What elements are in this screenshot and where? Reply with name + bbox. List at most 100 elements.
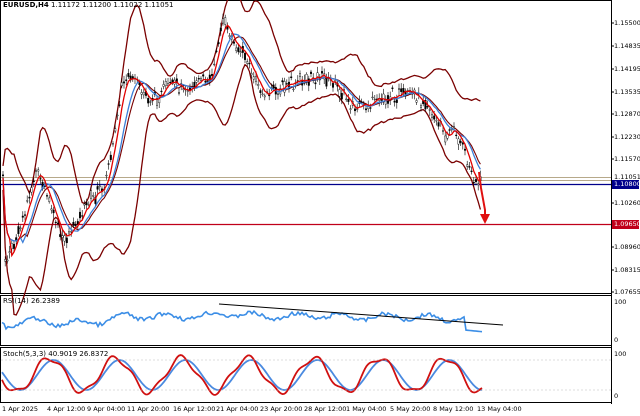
candle-body — [448, 129, 451, 131]
stoch-main-line — [1, 354, 483, 396]
candle-body — [164, 81, 167, 86]
candle-body — [466, 164, 469, 167]
candle-body — [470, 170, 473, 172]
candle-body — [475, 179, 478, 182]
candle-body — [243, 52, 246, 60]
candle-body — [202, 74, 205, 77]
candle-body — [354, 108, 357, 112]
candle-body — [52, 209, 55, 214]
stoch-level-0: 0 — [614, 392, 619, 400]
candle-body — [428, 109, 431, 111]
candle-body — [147, 98, 150, 104]
candle-body — [299, 73, 302, 77]
candle-body — [92, 195, 95, 197]
candle-body — [281, 80, 284, 83]
time-axis-label: 9 Apr 04:00 — [87, 405, 126, 413]
candle-body — [186, 90, 189, 92]
candle-body — [4, 259, 7, 262]
candle-body — [321, 71, 324, 74]
candle-body — [57, 222, 60, 225]
candle-body — [17, 226, 20, 234]
time-axis-label: 21 Apr 04:00 — [216, 405, 259, 413]
main-panel-frame — [0, 0, 612, 294]
candle-body — [254, 76, 257, 82]
stoch-title: Stoch(5,3,3) 40.9019 26.8372 — [3, 350, 109, 358]
candle-body — [111, 143, 114, 145]
candle-body — [292, 88, 295, 91]
candle-body — [182, 88, 185, 90]
candle-body — [340, 92, 343, 100]
candle-body — [224, 17, 227, 25]
candle-body — [8, 251, 11, 253]
ma-fast-line — [2, 24, 481, 258]
candle-body — [283, 81, 286, 93]
candle-body — [195, 80, 198, 83]
candle-body — [72, 221, 75, 226]
price-axis-label: 1.14195 — [614, 65, 640, 73]
price-axis-label: 1.15500 — [614, 19, 640, 27]
candle-body — [105, 174, 108, 177]
ma-slow-line — [2, 33, 481, 244]
candle-body — [442, 130, 445, 132]
chart-window[interactable]: EURUSD,H4 1.11172 1.11200 1.11022 1.1105… — [0, 0, 640, 416]
candle-body — [371, 96, 374, 99]
chart-title: EURUSD,H4 1.11172 1.11200 1.11022 1.1105… — [3, 1, 173, 9]
candle-body — [459, 140, 462, 143]
candle-body — [472, 181, 475, 184]
candle-body — [118, 104, 121, 106]
candle-body — [197, 78, 200, 80]
candle-body — [37, 169, 40, 172]
candle-body — [246, 61, 249, 64]
candle-body — [314, 82, 317, 85]
candle-body — [431, 114, 434, 118]
candle-body — [109, 154, 112, 160]
time-axis-label: 1 Apr 2025 — [2, 405, 39, 413]
candle-body — [120, 82, 123, 87]
rsi-indicator — [1, 309, 483, 333]
stoch-signal-line — [1, 359, 483, 391]
price-axis-label: 1.13535 — [614, 88, 640, 96]
candle-body — [347, 98, 350, 102]
candle-body — [32, 180, 35, 182]
time-axis-label: 4 Apr 12:00 — [47, 405, 86, 413]
candle-body — [12, 243, 15, 249]
candle-body — [188, 87, 191, 90]
candle-body — [400, 88, 403, 92]
candle-body — [96, 186, 99, 190]
candle-body — [250, 73, 253, 76]
candle-body — [307, 78, 310, 86]
candle-body — [464, 148, 467, 151]
candle-body — [19, 227, 22, 229]
candle-body — [391, 87, 394, 89]
candle-body — [433, 115, 436, 120]
candle-body — [61, 235, 64, 238]
candle-body — [455, 134, 458, 136]
candle-body — [98, 185, 101, 188]
candle-body — [415, 100, 418, 103]
candle-body — [272, 84, 275, 89]
candle-body — [116, 114, 119, 117]
candles — [2, 13, 482, 267]
candle-body — [50, 208, 53, 211]
candle-body — [78, 211, 81, 219]
candle-body — [310, 71, 313, 74]
candle-body — [215, 50, 218, 52]
candle-body — [26, 200, 29, 202]
support-red-tag: 1.09650 — [612, 220, 640, 229]
candle-body — [360, 101, 363, 103]
candle-body — [263, 95, 266, 98]
candle-body — [468, 166, 471, 168]
candle-body — [89, 190, 92, 199]
candle-body — [239, 51, 242, 53]
candle-body — [67, 231, 70, 234]
candle-body — [199, 78, 202, 81]
stoch-level-100: 100 — [614, 350, 627, 358]
candle-body — [232, 41, 235, 44]
candle-body — [259, 90, 262, 93]
price-axis-label: 1.12870 — [614, 110, 640, 118]
candle-body — [444, 135, 447, 143]
candle-body — [125, 79, 128, 81]
time-axis-label: 1 May 04:00 — [346, 405, 387, 413]
candle-body — [127, 73, 130, 77]
candle-body — [369, 107, 372, 109]
